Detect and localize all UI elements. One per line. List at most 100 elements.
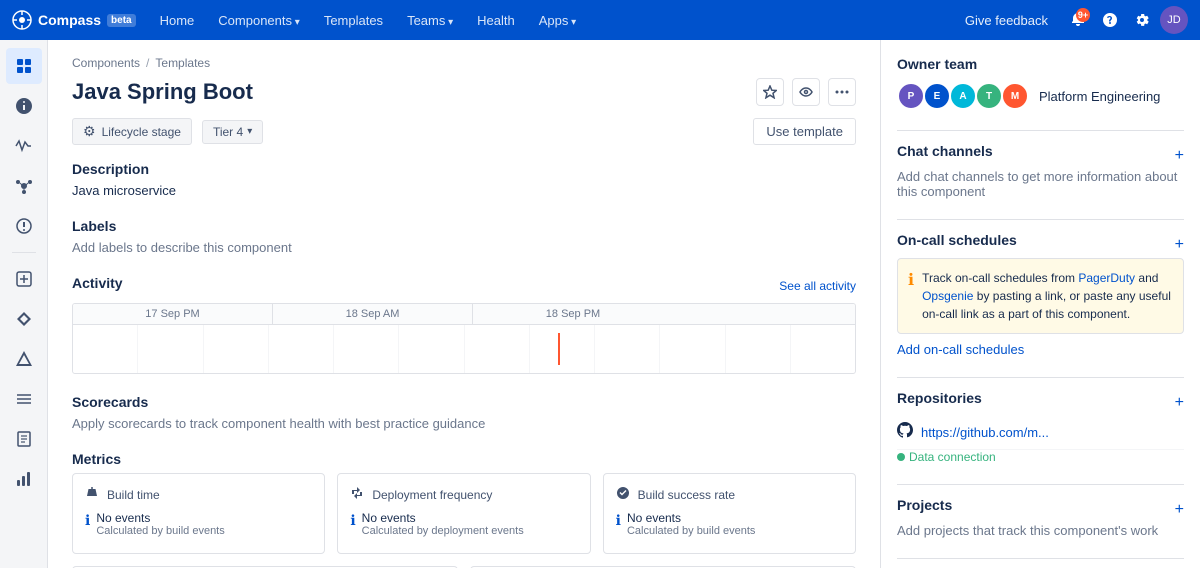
tier-button[interactable]: Tier 4 ▾ bbox=[202, 120, 263, 144]
sidebar-item-release-notes[interactable] bbox=[6, 421, 42, 457]
sidebar-item-statuspage[interactable] bbox=[6, 461, 42, 497]
gear-icon bbox=[1134, 12, 1150, 28]
labels-section: Labels Add labels to describe this compo… bbox=[72, 218, 856, 255]
more-options-button[interactable] bbox=[828, 78, 856, 106]
notifications-button[interactable]: 9+ bbox=[1064, 6, 1092, 34]
add-on-call-schedule-link[interactable]: Add on-call schedules bbox=[897, 342, 1184, 357]
repository-status: Data connection bbox=[897, 450, 1184, 464]
owner-team-section: Owner team P E A T M Platform Engineerin… bbox=[897, 56, 1184, 110]
divider-1 bbox=[897, 219, 1184, 220]
pagerduty-link[interactable]: PagerDuty bbox=[1078, 271, 1135, 285]
owner-team-name: Platform Engineering bbox=[1039, 89, 1160, 104]
owner-team: P E A T M Platform Engineering bbox=[897, 82, 1184, 110]
divider-2 bbox=[897, 377, 1184, 378]
deploy-frequency-icon bbox=[350, 486, 364, 503]
add-project-button[interactable]: + bbox=[1175, 497, 1184, 523]
metric-build-success-title: Build success rate bbox=[638, 488, 735, 502]
chat-channels-title: Chat channels bbox=[897, 143, 993, 159]
breadcrumb-templates[interactable]: Templates bbox=[155, 56, 210, 70]
notification-count: 9+ bbox=[1076, 8, 1090, 22]
give-feedback-button[interactable]: Give feedback bbox=[957, 9, 1056, 32]
announcement-icon bbox=[15, 97, 33, 115]
home-icon bbox=[15, 57, 33, 75]
add-on-call-button[interactable]: + bbox=[1175, 232, 1184, 258]
owner-avatar-3[interactable]: T bbox=[975, 82, 1003, 110]
see-all-activity-link[interactable]: See all activity bbox=[779, 279, 856, 293]
add-chat-channel-button[interactable]: + bbox=[1175, 143, 1184, 169]
sidebar-item-activity[interactable] bbox=[6, 128, 42, 164]
star-button[interactable] bbox=[756, 78, 784, 106]
owner-avatar-1[interactable]: E bbox=[923, 82, 951, 110]
right-panel: Owner team P E A T M Platform Engineerin… bbox=[880, 40, 1200, 568]
top-nav: Compass beta Home Components Templates T… bbox=[0, 0, 1200, 40]
metrics-section: Metrics Build time ℹ No bbox=[72, 451, 856, 568]
build-success-icon bbox=[616, 486, 630, 503]
sidebar-item-dependencies[interactable] bbox=[6, 168, 42, 204]
metric-deploy-freq-label: No events bbox=[362, 511, 524, 525]
timeline-date-1: 18 Sep AM bbox=[273, 304, 473, 324]
metric-deploy-freq-info-icon: ℹ bbox=[350, 512, 355, 529]
metric-card-deployment-frequency: Deployment frequency ℹ No events Calcula… bbox=[337, 473, 590, 554]
nav-components[interactable]: Components bbox=[210, 9, 308, 32]
metric-deploy-freq-sublabel: Calculated by deployment events bbox=[362, 525, 524, 537]
metric-build-time-sublabel: Calculated by build events bbox=[96, 525, 224, 537]
description-title: Description bbox=[72, 161, 856, 177]
metric-deploy-freq-title: Deployment frequency bbox=[372, 488, 492, 502]
breadcrumb-components[interactable]: Components bbox=[72, 56, 140, 70]
metric-card-build-time: Build time ℹ No events Calculated by bui… bbox=[72, 473, 325, 554]
opsgenie-link[interactable]: Opsgenie bbox=[922, 289, 973, 303]
owner-avatars: P E A T M bbox=[897, 82, 1029, 110]
build-time-icon bbox=[85, 486, 99, 503]
metrics-grid: Build time ℹ No events Calculated by bui… bbox=[72, 473, 856, 554]
sidebar-divider bbox=[12, 252, 36, 253]
timeline-date-2: 18 Sep PM bbox=[473, 304, 673, 324]
tidelift-icon bbox=[15, 390, 33, 408]
nav-templates[interactable]: Templates bbox=[316, 9, 391, 32]
user-avatar[interactable]: JD bbox=[1160, 6, 1188, 34]
app-layout: Components / Templates Java Spring Boot bbox=[0, 40, 1200, 568]
statuspage-icon bbox=[15, 470, 33, 488]
sentry-icon bbox=[15, 350, 33, 368]
sidebar-item-announcements[interactable] bbox=[6, 88, 42, 124]
timeline-date-0: 17 Sep PM bbox=[73, 304, 273, 324]
sidebar-item-tidelift[interactable] bbox=[6, 381, 42, 417]
settings-button[interactable] bbox=[1128, 6, 1156, 34]
dependencies-icon bbox=[15, 177, 33, 195]
launchdarkly-icon bbox=[15, 310, 33, 328]
repository-item: https://github.com/m... bbox=[897, 416, 1184, 450]
owner-avatar-4[interactable]: M bbox=[1001, 82, 1029, 110]
issues-icon bbox=[15, 217, 33, 235]
on-call-title: On-call schedules bbox=[897, 232, 1017, 248]
breadcrumb: Components / Templates bbox=[72, 56, 856, 70]
on-call-card: ℹ Track on-call schedules from PagerDuty… bbox=[897, 258, 1184, 334]
timeline-grid bbox=[73, 325, 855, 373]
app-logo: Compass beta bbox=[12, 10, 136, 30]
owner-avatar-2[interactable]: A bbox=[949, 82, 977, 110]
activity-icon bbox=[15, 137, 33, 155]
nav-apps[interactable]: Apps bbox=[531, 9, 584, 32]
projects-section: Projects + Add projects that track this … bbox=[897, 497, 1184, 538]
chat-channels-section: Chat channels + Add chat channels to get… bbox=[897, 143, 1184, 199]
use-template-button[interactable]: Use template bbox=[753, 118, 856, 145]
sidebar-item-launchdarkly[interactable] bbox=[6, 301, 42, 337]
repository-url[interactable]: https://github.com/m... bbox=[921, 425, 1184, 440]
eye-icon bbox=[799, 85, 813, 99]
nav-home[interactable]: Home bbox=[152, 9, 203, 32]
metric-build-success-label: No events bbox=[627, 511, 755, 525]
nav-teams[interactable]: Teams bbox=[399, 9, 461, 32]
sidebar-item-sentry[interactable] bbox=[6, 341, 42, 377]
owner-avatar-0[interactable]: P bbox=[897, 82, 925, 110]
logo-text: Compass bbox=[38, 12, 101, 28]
metric-build-success-info-icon: ℹ bbox=[616, 512, 621, 529]
timeline-body bbox=[73, 325, 855, 373]
sidebar-item-issues[interactable] bbox=[6, 208, 42, 244]
divider-0 bbox=[897, 130, 1184, 131]
lifecycle-stage-button[interactable]: ⚙ Lifecycle stage bbox=[72, 118, 192, 145]
watch-button[interactable] bbox=[792, 78, 820, 106]
more-dots-icon bbox=[835, 85, 849, 99]
sidebar-item-swagger[interactable] bbox=[6, 261, 42, 297]
nav-health[interactable]: Health bbox=[469, 9, 523, 32]
add-repository-button[interactable]: + bbox=[1175, 390, 1184, 416]
sidebar-item-overview[interactable] bbox=[6, 48, 42, 84]
help-button[interactable] bbox=[1096, 6, 1124, 34]
